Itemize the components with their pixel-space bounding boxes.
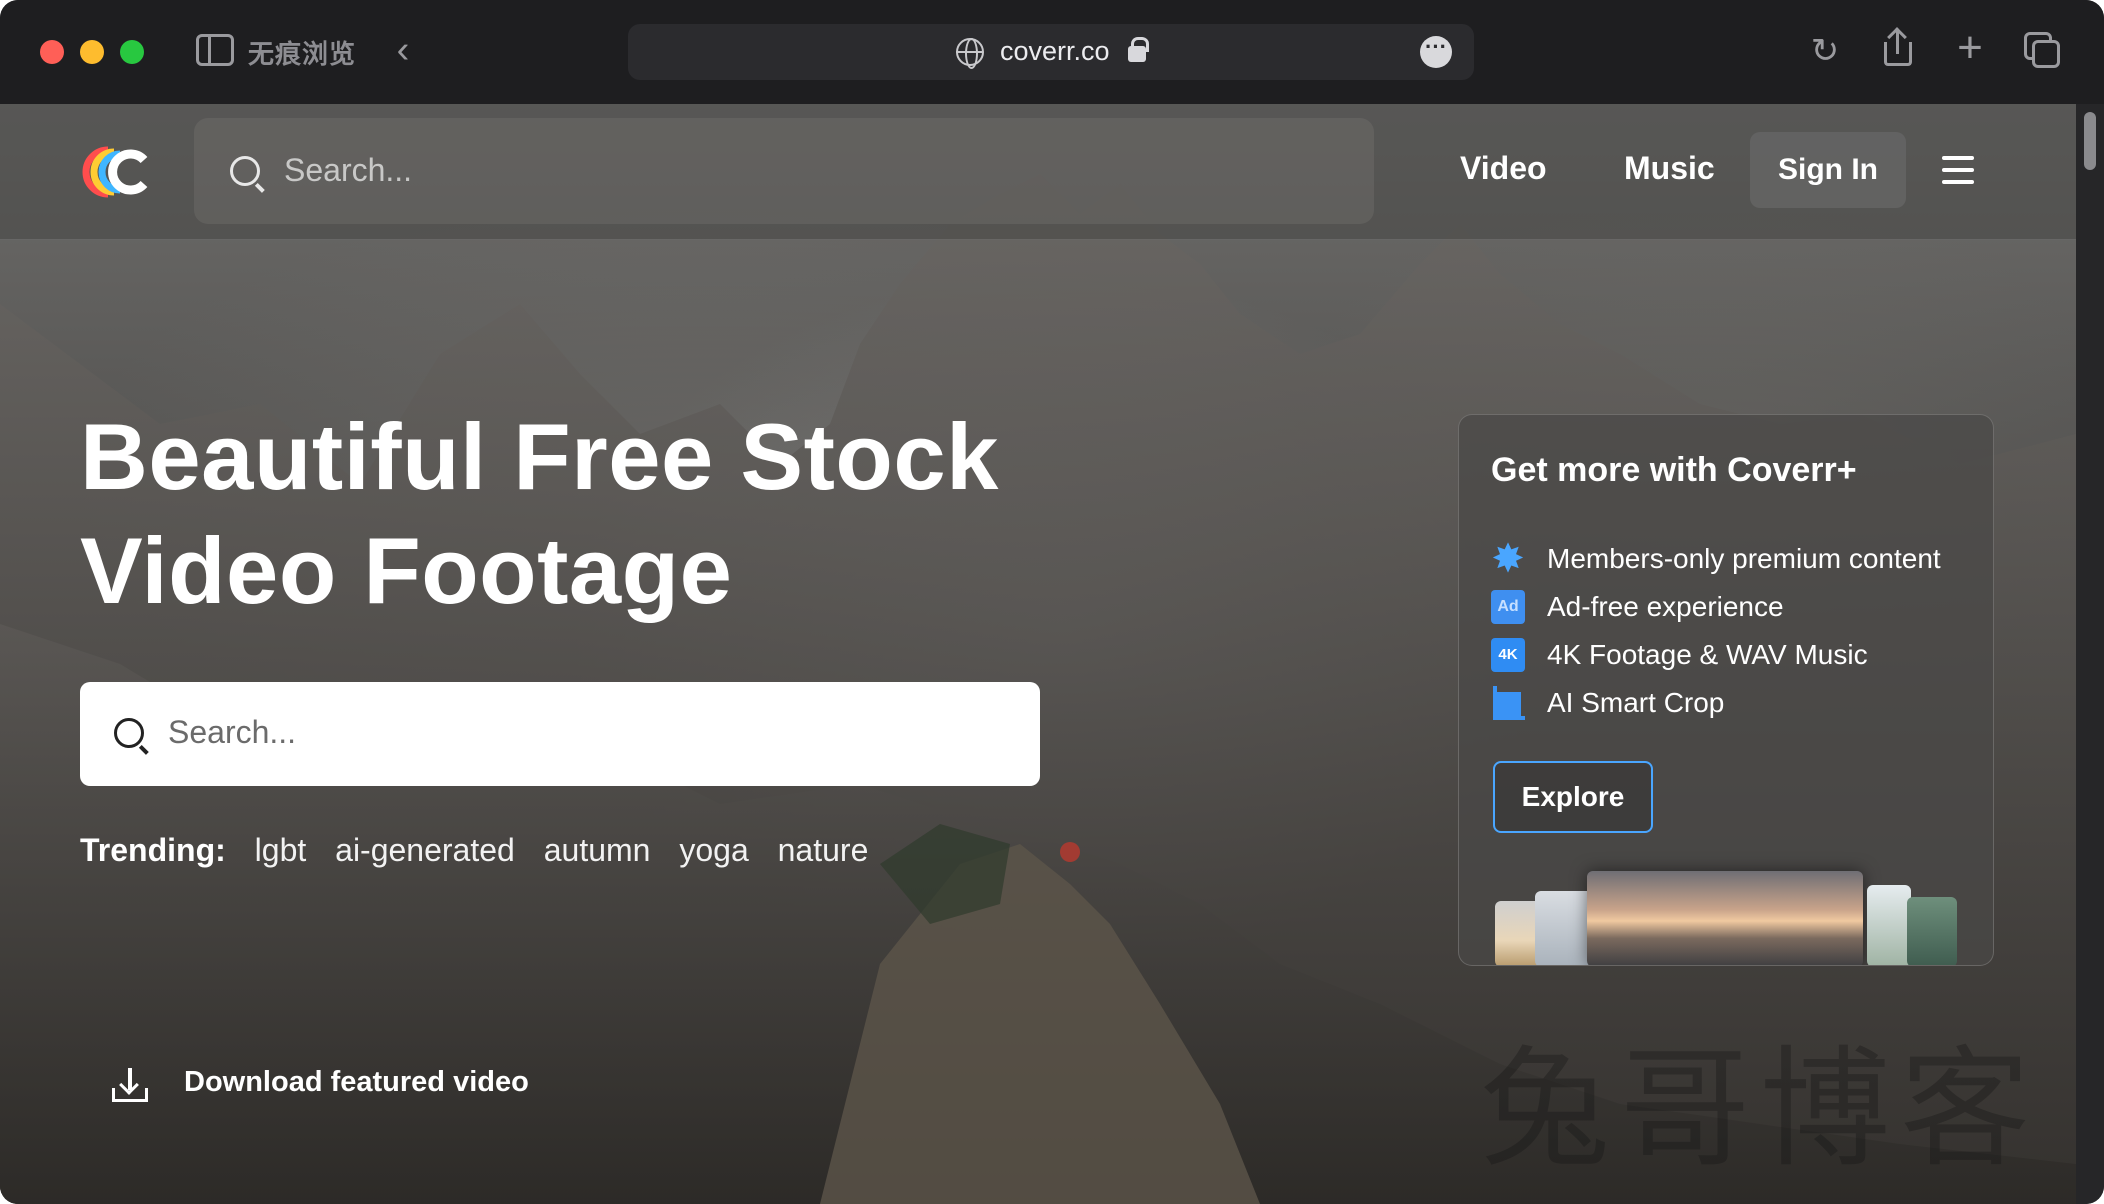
url-text: coverr.co	[1000, 36, 1110, 66]
video-thumbnail	[1587, 871, 1863, 965]
browser-toolbar: 无痕浏览 ‹ coverr.co ··· ↻ +	[0, 0, 2104, 104]
share-icon[interactable]	[1880, 27, 1916, 70]
promo-title: Get more with Coverr+	[1491, 451, 1857, 489]
hero-search-input[interactable]: Search...	[80, 682, 1040, 786]
trending-tag[interactable]: nature	[778, 832, 869, 868]
new-tab-icon[interactable]: +	[1952, 23, 1988, 72]
sign-in-button[interactable]: Sign In	[1750, 132, 1906, 208]
sidebar-toggle-icon[interactable]	[196, 34, 234, 66]
download-icon	[112, 1068, 148, 1102]
promo-feature-label: 4K Footage & WAV Music	[1547, 639, 1868, 670]
promo-feature-label: Members-only premium content	[1547, 543, 1941, 574]
crop-icon	[1491, 686, 1525, 720]
trending-tag[interactable]: yoga	[679, 832, 748, 868]
promo-feature-item: ✸ Members-only premium content	[1491, 535, 1941, 583]
trending-label: Trending:	[80, 832, 226, 868]
promo-thumbnail-strip	[1495, 865, 1957, 965]
watermark: 兔哥博客	[1480, 1033, 2041, 1185]
promo-feature-label: AI Smart Crop	[1547, 687, 1725, 718]
video-thumbnail	[1867, 885, 1911, 965]
zoom-window-button[interactable]	[120, 40, 144, 64]
lock-icon	[1128, 37, 1149, 62]
header-search-placeholder: Search...	[284, 152, 413, 188]
trending-tag[interactable]: autumn	[544, 832, 651, 868]
trending-tag[interactable]: ai-generated	[335, 832, 515, 868]
coverr-logo[interactable]	[78, 144, 150, 200]
private-browsing-label: 无痕浏览	[248, 39, 357, 69]
video-thumbnail	[1535, 891, 1595, 965]
page-scrollbar[interactable]	[2076, 104, 2104, 1204]
promo-feature-item: Ad Ad-free experience	[1491, 583, 1941, 631]
browser-window: 无痕浏览 ‹ coverr.co ··· ↻ + Search... Video…	[0, 0, 2104, 1204]
nav-video-link[interactable]: Video	[1460, 150, 1547, 187]
promo-feature-item: 4K 4K Footage & WAV Music	[1491, 631, 1941, 679]
header-search-input[interactable]: Search...	[194, 118, 1374, 224]
scrollbar-thumb[interactable]	[2084, 112, 2096, 170]
coverr-plus-promo-card: Get more with Coverr+ ✸ Members-only pre…	[1458, 414, 1994, 966]
promo-feature-label: Ad-free experience	[1547, 591, 1784, 622]
globe-icon	[956, 38, 984, 69]
page-content: Search... Video Music Sign In Beautiful …	[0, 104, 2076, 1204]
trending-tag[interactable]: lgbt	[255, 832, 307, 868]
download-featured-video-label: Download featured video	[184, 1066, 529, 1098]
hero-search-placeholder: Search...	[168, 714, 297, 750]
search-icon	[114, 718, 144, 748]
video-thumbnail	[1907, 897, 1957, 965]
ad-free-icon: Ad	[1491, 590, 1525, 624]
close-window-button[interactable]	[40, 40, 64, 64]
site-header: Search... Video Music Sign In	[0, 104, 2076, 240]
star-badge-icon: ✸	[1491, 537, 1525, 581]
promo-feature-list: ✸ Members-only premium content Ad Ad-fre…	[1491, 535, 1941, 727]
trending-row: Trending: lgbt ai-generated autumn yoga …	[80, 832, 888, 869]
hamburger-menu-icon[interactable]	[1942, 156, 1974, 184]
more-options-icon[interactable]: ···	[1420, 36, 1452, 68]
4k-icon: 4K	[1491, 638, 1525, 672]
promo-feature-item: AI Smart Crop	[1491, 679, 1941, 727]
hero-title-line-1: Beautiful Free Stock	[80, 404, 999, 509]
tab-overview-icon[interactable]	[2024, 32, 2060, 68]
address-bar[interactable]: coverr.co ···	[628, 24, 1474, 80]
back-arrow-icon[interactable]: ‹	[388, 29, 418, 71]
minimize-window-button[interactable]	[80, 40, 104, 64]
reload-icon[interactable]: ↻	[1808, 32, 1842, 70]
explore-button[interactable]: Explore	[1493, 761, 1653, 833]
hero-title-line-2: Video Footage	[80, 518, 733, 623]
nav-music-link[interactable]: Music	[1624, 150, 1715, 187]
search-icon	[230, 156, 260, 186]
hero-title: Beautiful Free Stock Video Footage	[80, 400, 1080, 628]
